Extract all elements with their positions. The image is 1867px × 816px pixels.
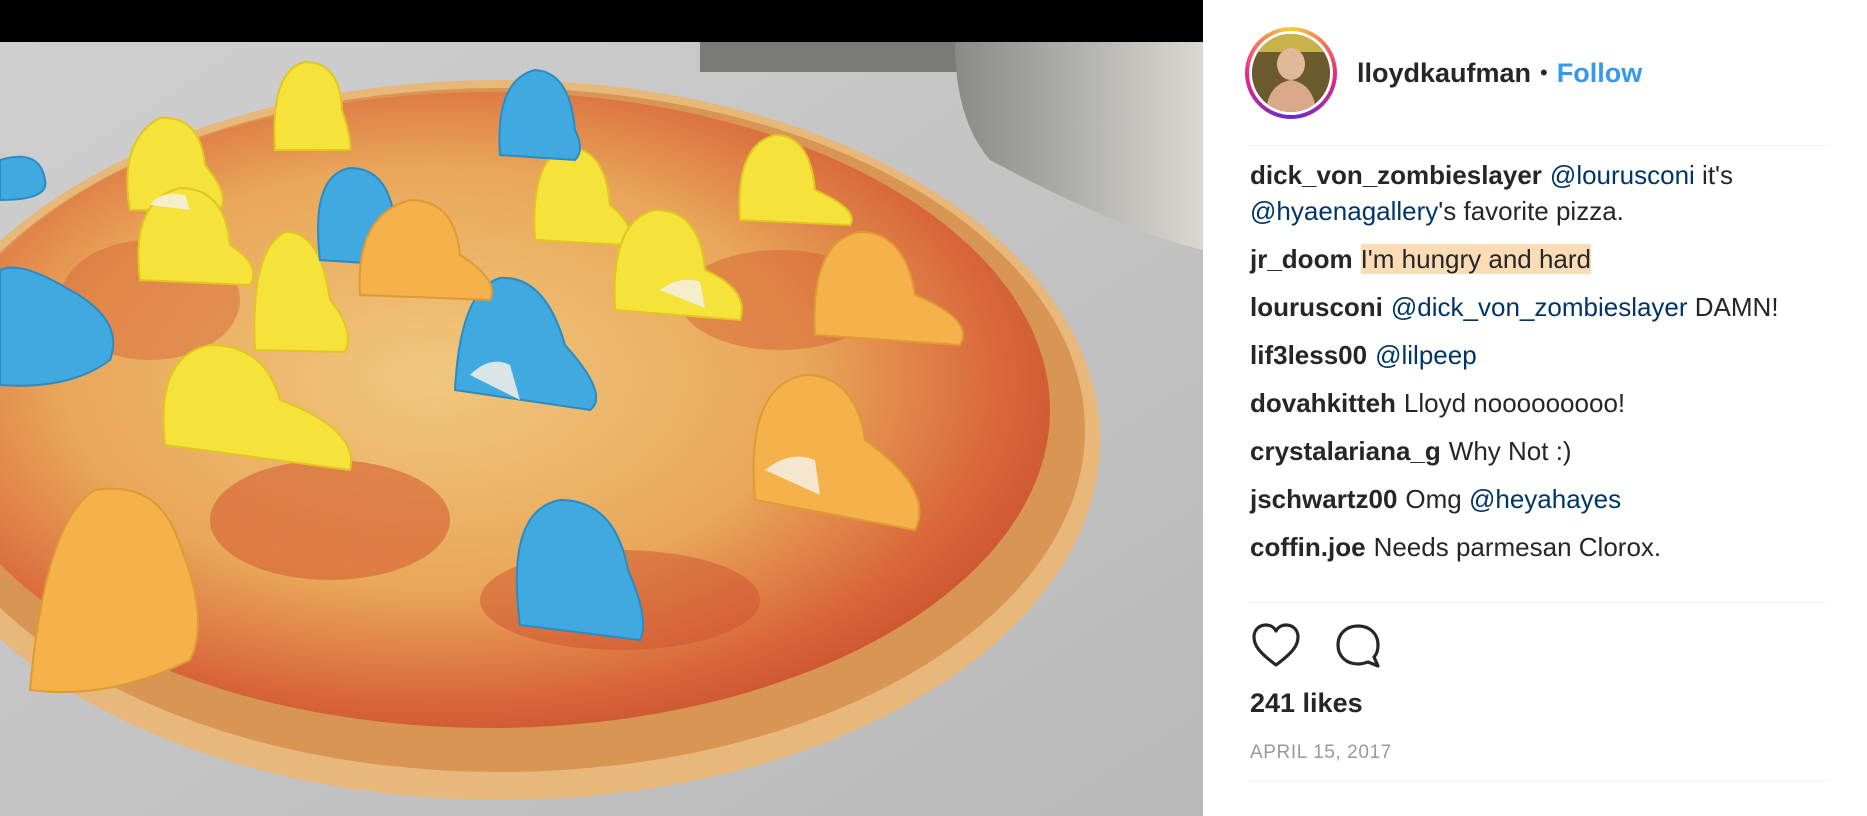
comment-item: coffin.joe Needs parmesan Clorox. [1250, 529, 1830, 565]
comment-text: Needs parmesan Clorox. [1373, 532, 1662, 562]
like-button[interactable] [1250, 620, 1302, 672]
comment-username[interactable]: dick_von_zombieslayer [1250, 160, 1542, 190]
footer-divider [1249, 780, 1827, 781]
avatar-story-ring[interactable] [1245, 27, 1337, 119]
post-header: lloydkaufman • Follow [1245, 18, 1825, 128]
comment-mention[interactable]: @lourusconi [1550, 160, 1695, 190]
comment-username[interactable]: crystalariana_g [1250, 436, 1441, 466]
comment-item: dick_von_zombieslayer @lourusconi it's @h… [1250, 157, 1830, 229]
header-divider [1249, 145, 1827, 146]
post-photo[interactable] [0, 0, 1203, 816]
heart-icon [1252, 623, 1300, 667]
separator-dot: • [1540, 60, 1548, 85]
likes-count[interactable]: 241 likes [1250, 688, 1363, 719]
comment-item: crystalariana_g Why Not :) [1250, 433, 1830, 469]
comment-button[interactable] [1332, 620, 1384, 672]
comment-username[interactable]: coffin.joe [1250, 532, 1366, 562]
comment-username[interactable]: lif3less00 [1250, 340, 1367, 370]
comment-text: Lloyd nooooooooo! [1403, 388, 1626, 418]
avatar[interactable] [1252, 34, 1330, 112]
comment-text: Omg [1405, 484, 1469, 514]
pizza-with-peeps-image [0, 0, 1203, 816]
comment-text: Why Not :) [1448, 436, 1572, 466]
comment-mention[interactable]: @hyaenagallery [1250, 196, 1438, 226]
comment-item: lif3less00 @lilpeep [1250, 337, 1830, 373]
comments-divider [1249, 602, 1827, 603]
post-author-username[interactable]: lloydkaufman [1357, 58, 1531, 89]
comment-text: DAMN! [1687, 292, 1779, 322]
comment-username[interactable]: lourusconi [1250, 292, 1383, 322]
comment-item: dovahkitteh Lloyd nooooooooo! [1250, 385, 1830, 421]
comment-item: lourusconi @dick_von_zombieslayer DAMN! [1250, 289, 1830, 325]
comment-text: it's [1694, 160, 1734, 190]
comment-list: dick_von_zombieslayer @lourusconi it's @h… [1250, 157, 1830, 577]
comment-text: 's favorite pizza. [1438, 196, 1624, 226]
comment-username[interactable]: jr_doom [1250, 244, 1353, 274]
follow-button[interactable]: Follow [1557, 58, 1642, 89]
comment-bubble-icon [1336, 624, 1380, 668]
comment-username[interactable]: jschwartz00 [1250, 484, 1397, 514]
comment-mention[interactable]: @heyahayes [1469, 484, 1621, 514]
post-actions [1250, 620, 1414, 672]
comment-username[interactable]: dovahkitteh [1250, 388, 1396, 418]
post-sidebar: lloydkaufman • Follow dick_von_zombiesla… [1203, 0, 1867, 816]
comment-mention[interactable]: @dick_von_zombieslayer [1391, 292, 1688, 322]
instagram-post-window: lloydkaufman • Follow dick_von_zombiesla… [0, 0, 1867, 816]
comment-item: jr_doom I'm hungry and hard [1250, 241, 1830, 277]
comment-mention[interactable]: @lilpeep [1375, 340, 1477, 370]
avatar-photo [1252, 34, 1330, 112]
post-date[interactable]: APRIL 15, 2017 [1250, 742, 1392, 764]
comment-item: jschwartz00 Omg @heyahayes [1250, 481, 1830, 517]
comment-text-highlighted: I'm hungry and hard [1360, 244, 1592, 274]
avatar-frame [1249, 31, 1333, 115]
